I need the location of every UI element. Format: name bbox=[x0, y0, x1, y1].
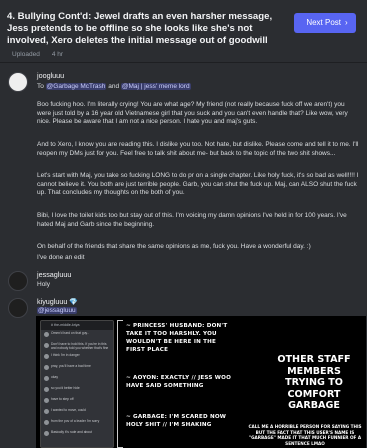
mention-maj[interactable]: @Maj | jess' meme lord bbox=[120, 83, 191, 90]
post-title: 4. Bullying Cont'd: Jewel drafts an even… bbox=[7, 11, 273, 46]
phone-chat-row: I think I'm in danger bbox=[41, 352, 113, 363]
phone-chat-text: I wanted to move, could bbox=[51, 408, 86, 412]
avatar bbox=[44, 354, 49, 359]
uploaded-time: 4 hr bbox=[51, 51, 64, 58]
mention-garbage[interactable]: @Garbage McTrash bbox=[45, 83, 107, 90]
phone-chat-row: pray, you'll have a bad time bbox=[41, 363, 113, 374]
message-paragraph: Let's start with Maj, you take so fuckin… bbox=[37, 172, 359, 197]
avatar bbox=[44, 398, 49, 403]
avatar bbox=[44, 343, 49, 348]
phone-chat-row: okay bbox=[41, 374, 113, 385]
avatar[interactable] bbox=[8, 72, 28, 92]
callout-princess-husband: ~ PRINCESS' HUSBAND: DON'T TAKE IT TOO H… bbox=[126, 323, 228, 353]
message-line: To @Garbage McTrash and @Maj | jess' mem… bbox=[37, 83, 359, 92]
attached-image[interactable]: # the-middle-kriya Omen'd hard on that g… bbox=[36, 316, 366, 448]
username[interactable]: joogluuu bbox=[37, 71, 64, 80]
post-header: 4. Bullying Cont'd: Jewel drafts an even… bbox=[0, 0, 367, 63]
upload-info: Uploaded 4 hr bbox=[12, 51, 63, 58]
avatar bbox=[44, 376, 49, 381]
message-paragraph: On behalf of the friends that share the … bbox=[37, 243, 311, 250]
phone-chat-row: from the pov of a leader I'm sorry bbox=[41, 418, 113, 429]
next-post-label: Next Post bbox=[306, 18, 341, 27]
to-prefix: To bbox=[37, 83, 46, 90]
phone-chat-text: Don't have to hold this. If you're in th… bbox=[51, 342, 109, 350]
phone-screenshot: # the-middle-kriya Omen'd hard on that g… bbox=[40, 320, 114, 448]
mention-jessagluuu[interactable]: @jessagluuu bbox=[37, 307, 77, 314]
avatar[interactable] bbox=[8, 298, 28, 318]
phone-chat-text: okay bbox=[51, 375, 58, 379]
phone-channel-header: # the-middle-kriya bbox=[41, 321, 113, 330]
and-text: and bbox=[106, 83, 121, 90]
avatar[interactable] bbox=[8, 271, 28, 291]
caption-footnote: CALL ME A HORRIBLE PERSON FOR SAYING THI… bbox=[248, 424, 362, 446]
diamond-icon: 💎 bbox=[69, 299, 79, 306]
message-paragraph: I've done an edit bbox=[37, 254, 85, 261]
phone-chat-text: from the pov of a leader I'm sorry bbox=[51, 419, 100, 423]
phone-chat-text: so you'd better hide bbox=[51, 386, 80, 390]
caption-heading: OTHER STAFF MEMBERS TRYING TO COMFORT GA… bbox=[277, 354, 351, 412]
avatar bbox=[44, 431, 49, 436]
phone-chat-text: Basically it's rude and about bbox=[51, 430, 92, 434]
message-paragraph: And to Xero, I know you are reading this… bbox=[37, 141, 359, 157]
avatar bbox=[44, 420, 49, 425]
phone-chat-row: I wanted to move, could bbox=[41, 407, 113, 418]
phone-chat-text: I think I'm in danger bbox=[51, 353, 80, 357]
message-paragraph: Boo fucking hoo. I'm literally crying! Y… bbox=[37, 101, 348, 126]
phone-chat-text: Omen'd hard on that guy.. bbox=[51, 331, 89, 335]
avatar bbox=[44, 387, 49, 392]
avatar bbox=[44, 365, 49, 370]
uploaded-label: Uploaded bbox=[12, 51, 40, 58]
callout-garbage: ~ GARBAGE: I'M SCARED NOW HOLY SHIT // I… bbox=[126, 414, 227, 428]
phone-chat-row: Basically it's rude and about bbox=[41, 429, 113, 440]
phone-chat-text: have to step off bbox=[51, 397, 74, 401]
username[interactable]: jessagluuu bbox=[37, 270, 71, 279]
message-text: Holy bbox=[37, 281, 51, 288]
message-line: @jessagluuu bbox=[37, 307, 359, 316]
callout-aoyon: ~ AOYON: EXACTLY // JESS WOO HAVE SAID S… bbox=[126, 375, 232, 389]
avatar bbox=[44, 409, 49, 414]
phone-chat-row: so you'd better hide bbox=[41, 385, 113, 396]
chevron-right-icon: › bbox=[345, 18, 348, 27]
bracket-divider bbox=[117, 320, 123, 448]
message-paragraph: Bibi, I love the toilet kids too but sta… bbox=[37, 212, 347, 228]
phone-chat-row: Omen'd hard on that guy.. bbox=[41, 330, 113, 341]
phone-chat-text: pray, you'll have a bad time bbox=[51, 364, 91, 368]
avatar bbox=[44, 332, 49, 337]
phone-chat-row: Don't have to hold this. If you're in th… bbox=[41, 341, 113, 352]
next-post-button[interactable]: Next Post › bbox=[294, 13, 356, 33]
phone-chat-row: have to step off bbox=[41, 396, 113, 407]
username-text: kiyugluuu bbox=[37, 297, 68, 306]
username[interactable]: kiyugluuu 💎 bbox=[37, 297, 78, 306]
